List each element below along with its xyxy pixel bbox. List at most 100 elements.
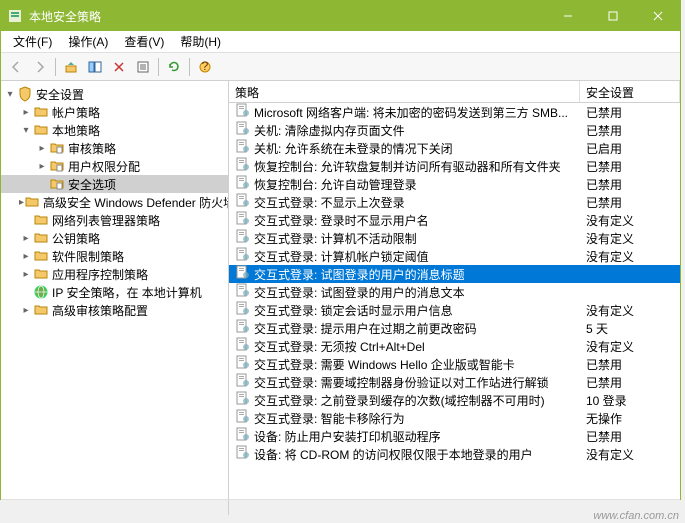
globe-icon [33, 284, 49, 300]
policy-name: 交互式登录: 计算机帐户锁定阈值 [254, 250, 429, 264]
close-button[interactable] [635, 1, 680, 31]
maximize-button[interactable] [590, 1, 635, 31]
list-row[interactable]: 交互式登录: 不显示上次登录已禁用 [229, 193, 680, 211]
policy-name: 关机: 清除虚拟内存页面文件 [254, 124, 405, 138]
policy-name: 交互式登录: 试图登录的用户的消息标题 [254, 268, 465, 282]
tree-toggle-icon[interactable]: ▾ [19, 125, 33, 136]
tree-node[interactable]: 网络列表管理器策略 [1, 211, 228, 229]
up-button[interactable] [60, 56, 82, 78]
list-row[interactable]: 交互式登录: 需要 Windows Hello 企业版或智能卡 已禁用 [229, 355, 680, 373]
policy-setting: 已禁用 [580, 355, 680, 374]
tree-pane[interactable]: ▾安全设置▸帐户策略▾本地策略 ▸ 审核策略▸用户权限分配安全选项▸高级安全 Win… [1, 81, 229, 499]
list-row[interactable]: 交互式登录: 需要域控制器身份验证以对工作站进行解锁已禁用 [229, 373, 680, 391]
policy-setting: 没有定义 [580, 229, 680, 248]
folder-doc-icon [49, 176, 65, 192]
tree-node[interactable]: ▸应用程序控制策略 [1, 265, 228, 283]
tree-node[interactable]: ▾本地策略 [1, 121, 228, 139]
tree-node[interactable]: ▸软件限制策略 [1, 247, 228, 265]
tree-toggle-icon[interactable]: ▸ [19, 251, 33, 262]
list-row[interactable]: 交互式登录: 试图登录的用户的消息文本 [229, 283, 680, 301]
list-row[interactable]: 恢复控制台: 允许软盘复制并访问所有驱动器和所有文件夹已禁用 [229, 157, 680, 175]
tree-toggle-icon[interactable]: ▾ [3, 89, 17, 100]
show-hide-tree-button[interactable] [84, 56, 106, 78]
policy-icon [235, 229, 251, 243]
policy-setting [580, 273, 680, 275]
folder-icon [33, 104, 49, 120]
policy-icon [235, 247, 251, 261]
policy-setting: 已禁用 [580, 427, 680, 446]
list-row[interactable]: 恢复控制台: 允许自动管理登录已禁用 [229, 175, 680, 193]
policy-setting: 10 登录 [580, 391, 680, 410]
list-row[interactable]: 交互式登录: 无须按 Ctrl+Alt+Del没有定义 [229, 337, 680, 355]
tree-node[interactable]: 安全选项 [1, 175, 228, 193]
titlebar: 本地安全策略 [1, 1, 680, 31]
tree-label: 审核策略 [68, 140, 116, 157]
list-row[interactable]: 交互式登录: 智能卡移除行为无操作 [229, 409, 680, 427]
list-row[interactable]: 交互式登录: 试图登录的用户的消息标题 [229, 265, 680, 283]
forward-button[interactable] [29, 56, 51, 78]
folder-icon [24, 194, 40, 210]
policy-icon [235, 337, 251, 351]
help-button[interactable]: ? [194, 56, 216, 78]
list-row[interactable]: 交互式登录: 登录时不显示用户名 没有定义 [229, 211, 680, 229]
list-row[interactable]: 交互式登录: 计算机帐户锁定阈值 没有定义 [229, 247, 680, 265]
list-pane[interactable]: 策略 安全设置 Microsoft 网络客户端: 将未加密的密码发送到第三方 S… [229, 81, 680, 499]
column-policy[interactable]: 策略 [229, 81, 580, 102]
list-row[interactable]: 交互式登录: 锁定会话时显示用户信息没有定义 [229, 301, 680, 319]
back-button[interactable] [5, 56, 27, 78]
svg-text:?: ? [202, 60, 209, 73]
list-row[interactable]: 交互式登录: 计算机不活动限制没有定义 [229, 229, 680, 247]
policy-name: 交互式登录: 试图登录的用户的消息文本 [254, 286, 465, 300]
policy-setting: 没有定义 [580, 211, 680, 230]
menu-action[interactable]: 操作(A) [60, 31, 116, 52]
minimize-button[interactable] [545, 1, 590, 31]
horizontal-scrollbar[interactable] [1, 499, 680, 515]
tree-node[interactable]: ▾安全设置 [1, 85, 228, 103]
menu-file[interactable]: 文件(F) [5, 31, 60, 52]
policy-name: 交互式登录: 登录时不显示用户名 [254, 214, 429, 228]
list-row[interactable]: 设备: 将 CD-ROM 的访问权限仅限于本地登录的用户没有定义 [229, 445, 680, 463]
policy-icon [235, 427, 251, 441]
menu-view[interactable]: 查看(V) [116, 31, 172, 52]
folder-icon [33, 266, 49, 282]
list-row[interactable]: Microsoft 网络客户端: 将未加密的密码发送到第三方 SMB...已禁用 [229, 103, 680, 121]
tree-node[interactable]: ▸高级安全 Windows Defender 防火墙 [1, 193, 228, 211]
tree-toggle-icon[interactable]: ▸ [35, 161, 49, 172]
policy-name: 恢复控制台: 允许自动管理登录 [254, 178, 417, 192]
tree-node[interactable]: IP 安全策略，在 本地计算机 [1, 283, 228, 301]
folder-icon [33, 248, 49, 264]
tree-toggle-icon[interactable]: ▸ [35, 143, 49, 154]
folder-doc-icon [49, 140, 65, 156]
list-row[interactable]: 设备: 防止用户安装打印机驱动程序已禁用 [229, 427, 680, 445]
policy-setting: 5 天 [580, 319, 680, 338]
list-row[interactable]: 交互式登录: 之前登录到缓存的次数(域控制器不可用时)10 登录 [229, 391, 680, 409]
list-row[interactable]: 交互式登录: 提示用户在过期之前更改密码5 天 [229, 319, 680, 337]
policy-setting: 没有定义 [580, 247, 680, 266]
tree-toggle-icon[interactable]: ▸ [19, 269, 33, 280]
policy-icon [235, 283, 251, 297]
tree-node[interactable]: ▸用户权限分配 [1, 157, 228, 175]
tree-toggle-icon[interactable]: ▸ [19, 107, 33, 118]
separator [55, 58, 56, 76]
column-setting[interactable]: 安全设置 [580, 81, 680, 102]
menu-help[interactable]: 帮助(H) [172, 31, 229, 52]
separator [158, 58, 159, 76]
shield-icon [17, 86, 33, 102]
tree-node[interactable]: ▸ 高级审核策略配置 [1, 301, 228, 319]
tree-node[interactable]: ▸ 审核策略 [1, 139, 228, 157]
list-row[interactable]: 关机: 允许系统在未登录的情况下关闭已启用 [229, 139, 680, 157]
tree-toggle-icon[interactable]: ▸ [19, 233, 33, 244]
policy-name: 交互式登录: 需要 Windows Hello 企业版或智能卡 [254, 358, 515, 372]
list-row[interactable]: 关机: 清除虚拟内存页面文件已禁用 [229, 121, 680, 139]
tree-node[interactable]: ▸帐户策略 [1, 103, 228, 121]
tree-node[interactable]: ▸公钥策略 [1, 229, 228, 247]
tree-toggle-icon[interactable]: ▸ [19, 305, 33, 316]
refresh-button[interactable] [163, 56, 185, 78]
app-icon [7, 8, 23, 24]
policy-name: 交互式登录: 智能卡移除行为 [254, 412, 405, 426]
policy-icon [235, 391, 251, 405]
export-button[interactable] [108, 56, 130, 78]
policy-setting: 没有定义 [580, 445, 680, 464]
tree-label: 高级审核策略配置 [52, 302, 148, 319]
properties-button[interactable] [132, 56, 154, 78]
